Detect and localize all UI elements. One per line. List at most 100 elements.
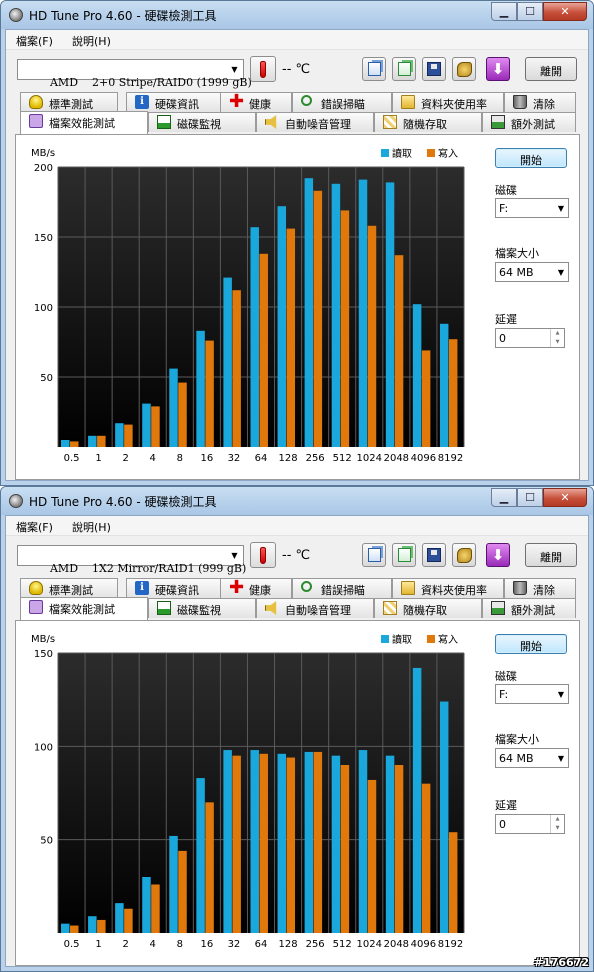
app-disk-icon [9, 8, 23, 22]
tab-erase[interactable]: 清除 [504, 92, 576, 112]
save-button[interactable] [422, 543, 446, 567]
tab-random-access[interactable]: 隨機存取 [374, 598, 482, 618]
tab-disk-monitor[interactable]: 磁碟監視 [148, 112, 256, 132]
spinner-buttons: ▲ ▼ [550, 329, 564, 347]
close-button[interactable]: ✕ [543, 2, 587, 21]
chevron-down-icon[interactable]: ▼ [226, 60, 243, 79]
menu-file[interactable]: 檔案(F) [16, 519, 53, 535]
tab-benchmark[interactable]: 標準測試 [20, 578, 118, 598]
spin-up-icon[interactable]: ▲ [550, 815, 564, 824]
drive-select[interactable]: AMD 2+0 Stripe/RAID0 (1999 gB) ▼ [17, 59, 252, 89]
info-icon: i [135, 95, 149, 109]
drive-select-value: AMD 2+0 Stripe/RAID0 (1999 gB) [49, 76, 252, 89]
start-button[interactable]: 開始 [495, 634, 567, 654]
menu-help[interactable]: 說明(H) [72, 33, 111, 49]
delay-spinner[interactable]: 0 ▲ ▼ [495, 814, 565, 834]
file-size-select[interactable]: 64 MB ▼ [495, 748, 569, 768]
write-bar [178, 382, 187, 447]
minimize-button[interactable]: ▁ [491, 488, 517, 507]
delay-label: 延遲 [495, 799, 517, 812]
copy-info-button[interactable] [362, 57, 386, 81]
options-button[interactable] [452, 57, 476, 81]
x-tick-label: 8192 [438, 939, 463, 950]
read-bar [115, 903, 124, 933]
download-arrow-icon: ⬇ [491, 60, 505, 78]
copy-screenshot-icon [397, 62, 411, 76]
x-tick-label: 0.5 [64, 939, 80, 950]
chevron-down-icon[interactable]: ▼ [554, 749, 568, 767]
menu-help[interactable]: 說明(H) [72, 519, 111, 535]
tab-health[interactable]: ✚ 健康 [220, 92, 292, 112]
temperature-button[interactable] [250, 56, 276, 82]
exit-button[interactable]: 離開 [525, 57, 577, 81]
read-bar [412, 304, 422, 447]
file-size-select[interactable]: 64 MB ▼ [495, 262, 569, 282]
spin-down-icon[interactable]: ▼ [550, 338, 564, 347]
write-bar [124, 424, 133, 447]
chevron-down-icon[interactable]: ▼ [554, 685, 568, 703]
title-bar[interactable]: HD Tune Pro 4.60 - 硬碟檢測工具 ▁ ☐ ✕ [1, 487, 593, 515]
exit-button[interactable]: 離開 [525, 543, 577, 567]
tab-file-benchmark[interactable]: 檔案效能測試 [20, 111, 148, 134]
legend-swatch [381, 635, 389, 643]
copy-screenshot-button[interactable] [392, 57, 416, 81]
tab-folder-usage[interactable]: 資料夾使用率 [392, 92, 504, 112]
download-button[interactable]: ⬇ [486, 57, 510, 81]
extra-tests-icon [491, 115, 505, 129]
tab-extra-tests[interactable]: 額外測試 [482, 598, 576, 618]
tab-folder-usage[interactable]: 資料夾使用率 [392, 578, 504, 598]
disk-select[interactable]: F: ▼ [495, 198, 569, 218]
x-tick-label: 2048 [384, 939, 409, 950]
write-bar [367, 225, 377, 447]
write-bar [340, 210, 350, 447]
delay-spinner[interactable]: 0 ▲ ▼ [495, 328, 565, 348]
x-tick-label: 256 [306, 939, 325, 950]
chevron-down-icon[interactable]: ▼ [554, 263, 568, 281]
read-bar [250, 227, 259, 447]
maximize-button[interactable]: ☐ [517, 488, 543, 507]
save-button[interactable] [422, 57, 446, 81]
chevron-down-icon[interactable]: ▼ [226, 546, 243, 565]
minimize-button[interactable]: ▁ [491, 2, 517, 21]
copy-info-button[interactable] [362, 543, 386, 567]
drive-select[interactable]: AMD 1X2 Mirror/RAID1 (999 gB) ▼ [17, 545, 246, 575]
copy-screenshot-button[interactable] [392, 543, 416, 567]
tab-health[interactable]: ✚ 健康 [220, 578, 292, 598]
options-button[interactable] [452, 543, 476, 567]
settings-column: 開始 磁碟 F: ▼ 檔案大小 64 MB ▼ 延遲 0 ▲ ▼ [486, 621, 581, 965]
spin-up-icon[interactable]: ▲ [550, 329, 564, 338]
maximize-button[interactable]: ☐ [517, 2, 543, 21]
read-bar [142, 403, 151, 447]
tab-file-benchmark[interactable]: 檔案效能測試 [20, 597, 148, 620]
tab-error-scan[interactable]: 錯誤掃瞄 [292, 92, 392, 112]
magnifier-icon [301, 581, 312, 592]
disk-select-value: F: [499, 688, 509, 701]
close-button[interactable]: ✕ [543, 488, 587, 507]
tab-erase[interactable]: 清除 [504, 578, 576, 598]
temperature-button[interactable] [250, 542, 276, 568]
tab-error-scan[interactable]: 錯誤掃瞄 [292, 578, 392, 598]
tab-aam[interactable]: 自動噪音管理 [256, 112, 374, 132]
chevron-down-icon[interactable]: ▼ [554, 199, 568, 217]
folder-icon [401, 581, 415, 595]
tab-benchmark[interactable]: 標準測試 [20, 92, 118, 112]
tab-random-access[interactable]: 隨機存取 [374, 112, 482, 132]
menu-bar: 檔案(F) 說明(H) [6, 516, 588, 536]
tab-disk-info[interactable]: i 硬碟資訊 [126, 578, 224, 598]
toolbar: AMD 1X2 Mirror/RAID1 (999 gB) ▼ -- ℃ ⬇ 離… [6, 536, 588, 576]
tab-aam[interactable]: 自動噪音管理 [256, 598, 374, 618]
transfer-rate-chart: 50 100 150 200 MB/s 讀取 寫入 0.5 1 2 4 8 16 32 64 128 256 51… [31, 147, 465, 464]
title-bar[interactable]: HD Tune Pro 4.60 - 硬碟檢測工具 ▁ ☐ ✕ [1, 1, 593, 29]
tab-extra-tests[interactable]: 額外測試 [482, 112, 576, 132]
spin-down-icon[interactable]: ▼ [550, 824, 564, 833]
tab-disk-info[interactable]: i 硬碟資訊 [126, 92, 224, 112]
tab-disk-monitor[interactable]: 磁碟監視 [148, 598, 256, 618]
write-bar [70, 441, 79, 447]
save-icon [427, 62, 441, 76]
menu-file[interactable]: 檔案(F) [16, 33, 53, 49]
write-bar [448, 832, 458, 933]
download-button[interactable]: ⬇ [486, 543, 510, 567]
disk-select[interactable]: F: ▼ [495, 684, 569, 704]
legend-swatch [427, 149, 435, 157]
start-button[interactable]: 開始 [495, 148, 567, 168]
